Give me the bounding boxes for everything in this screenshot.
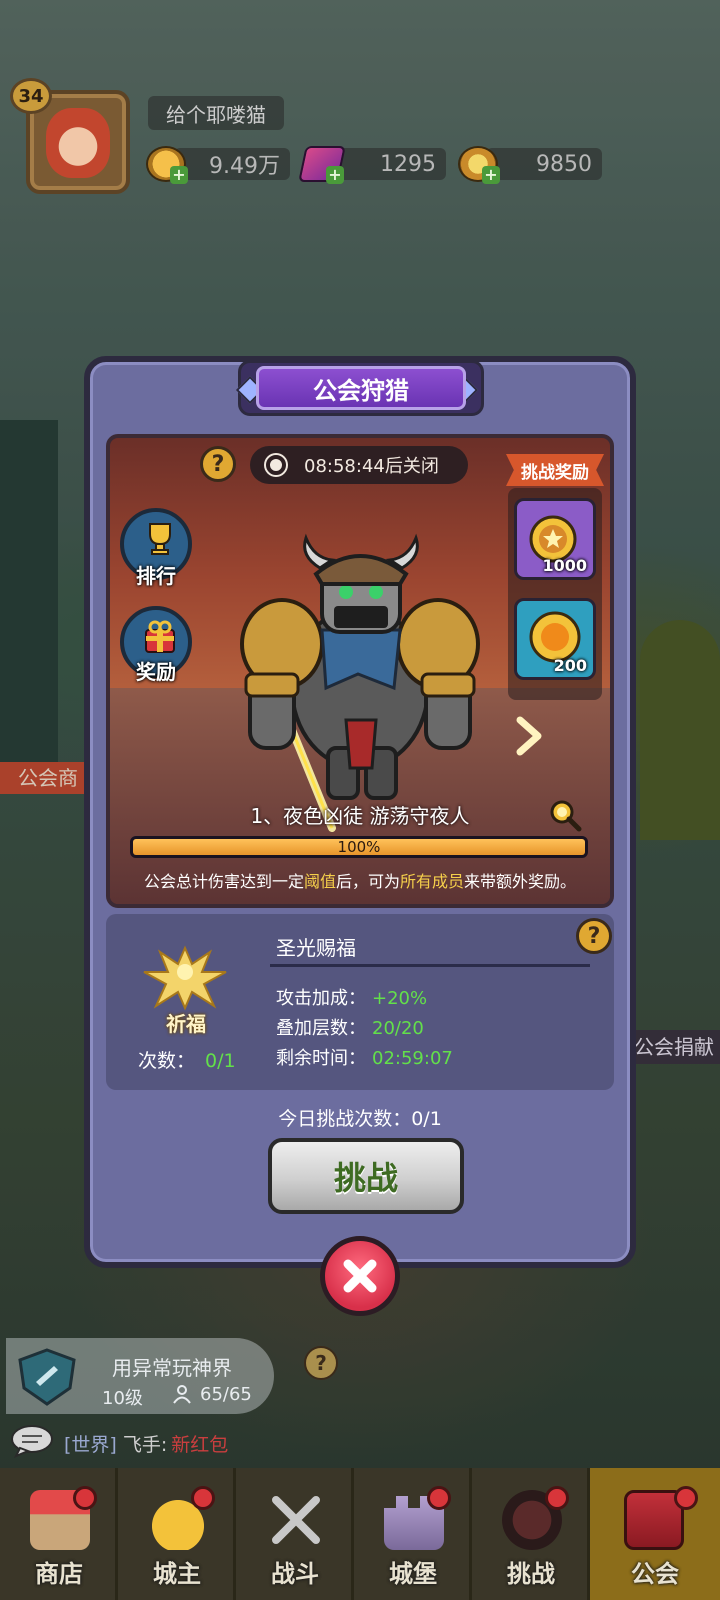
blessing-stat-stacks: 叠加层数： 20/20	[276, 1014, 424, 1040]
boss-name: 1、夜色凶徒 游荡守夜人	[250, 804, 470, 828]
challenge-reward-header: 挑战奖励	[506, 454, 604, 486]
chat-channel: [世界]	[64, 1434, 117, 1456]
reward-count: 1000	[542, 556, 587, 575]
notification-dot	[545, 1486, 569, 1510]
nav-label: 公会	[631, 1560, 679, 1588]
coin-amount: 9850	[486, 148, 602, 180]
blessing-count-label: 次数：	[138, 1050, 196, 1072]
notification-dot	[73, 1486, 97, 1510]
desc-part: 来带额外奖励。	[464, 872, 577, 891]
plus-icon[interactable]: +	[482, 166, 500, 184]
hunt-progress-text: 100%	[337, 838, 381, 856]
today-challenge-count: 今日挑战次数：0/1	[278, 1108, 442, 1130]
guild-members: 65/65	[200, 1384, 252, 1405]
reward-label: 奖励	[136, 660, 176, 684]
plus-icon[interactable]: +	[326, 166, 344, 184]
desc-highlight: 所有成员	[400, 872, 465, 891]
chat-text: 新红包	[171, 1434, 229, 1456]
holy-blessing-emblem-icon[interactable]	[140, 942, 230, 1012]
stat-label: 剩余时间：	[276, 1048, 366, 1069]
blessing-stat-attack: 攻击加成： +20%	[276, 984, 427, 1010]
blessing-emblem-label: 祈福	[166, 1012, 206, 1036]
chat-bubble-icon[interactable]	[10, 1424, 54, 1458]
rank-label: 排行	[136, 564, 176, 588]
reward-count: 200	[553, 656, 587, 675]
nav-label: 战斗	[271, 1560, 319, 1588]
nav-label: 城堡	[389, 1560, 437, 1588]
reward-item[interactable]: 1000	[514, 498, 596, 580]
player-level-badge: 34	[10, 78, 52, 114]
stat-value: +20%	[372, 988, 428, 1009]
notification-dot	[191, 1486, 215, 1510]
desc-highlight: 阈值	[303, 872, 336, 891]
blessing-stat-time: 剩余时间： 02:59:07	[276, 1044, 453, 1070]
plus-icon[interactable]: +	[170, 166, 188, 184]
notification-dot	[674, 1486, 698, 1510]
next-boss-arrow-icon[interactable]	[514, 716, 544, 756]
blessing-title: 圣光赐福	[276, 936, 356, 960]
nav-challenge[interactable]: 挑战	[472, 1468, 590, 1600]
gem-amount: 1295	[330, 148, 446, 180]
blessing-count-value: 0/1	[205, 1050, 236, 1072]
close-modal-button[interactable]	[320, 1236, 400, 1316]
nav-shop[interactable]: 商店	[0, 1468, 118, 1600]
modal-title: 公会狩猎	[256, 366, 466, 410]
blessing-divider	[270, 964, 590, 967]
desc-part: 公会总计伤害达到一定	[143, 872, 304, 891]
gift-icon	[145, 620, 175, 653]
gem-resource[interactable]: 1295 +	[298, 146, 448, 184]
chat-message[interactable]: [世界] 飞手: 新红包	[64, 1430, 228, 1457]
swords-icon	[272, 1496, 320, 1544]
nav-battle[interactable]: 战斗	[236, 1468, 354, 1600]
guild-help-button[interactable]: ?	[304, 1346, 338, 1380]
stat-label: 叠加层数：	[276, 1018, 366, 1039]
close-timer-text: 08:58:44后关闭	[304, 456, 439, 477]
stat-value: 02:59:07	[372, 1048, 453, 1069]
nav-label: 商店	[35, 1560, 83, 1588]
close-icon	[343, 1259, 377, 1293]
desc-part: 后，可为	[335, 872, 400, 891]
reward-item[interactable]: 200	[514, 598, 596, 680]
nav-lord[interactable]: 城主	[118, 1468, 236, 1600]
gold-resource[interactable]: 9.49万 +	[146, 146, 292, 184]
chat-sender: 飞手:	[122, 1434, 168, 1456]
blessing-count: 次数： 0/1	[138, 1046, 236, 1073]
player-name: 给个耶喽猫	[148, 96, 284, 130]
guild-level: 10级	[102, 1388, 143, 1409]
nav-castle[interactable]: 城堡	[354, 1468, 472, 1600]
stat-value: 20/20	[372, 1018, 424, 1039]
magnify-icon[interactable]	[548, 798, 582, 832]
trophy-icon	[149, 523, 171, 555]
member-icon	[173, 1385, 191, 1404]
hunt-description: 公会总计伤害达到一定阈值后，可为所有成员来带额外奖励。	[112, 868, 608, 892]
gold-amount: 9.49万	[174, 148, 290, 180]
nav-guild[interactable]: 公会	[590, 1468, 720, 1600]
coin-resource[interactable]: 9850 +	[458, 146, 604, 184]
blessing-help-button[interactable]: ?	[576, 918, 612, 954]
guild-shield-icon	[18, 1348, 76, 1406]
notification-dot	[427, 1486, 451, 1510]
eye-icon	[266, 455, 286, 475]
hunt-help-button[interactable]: ?	[200, 446, 236, 482]
stat-label: 攻击加成：	[276, 988, 366, 1009]
avatar-portrait	[46, 108, 110, 178]
challenge-button[interactable]: 挑战	[268, 1138, 464, 1214]
nav-label: 城主	[153, 1560, 201, 1588]
guild-name: 用异常玩神界	[112, 1356, 232, 1380]
nav-label: 挑战	[507, 1560, 555, 1588]
